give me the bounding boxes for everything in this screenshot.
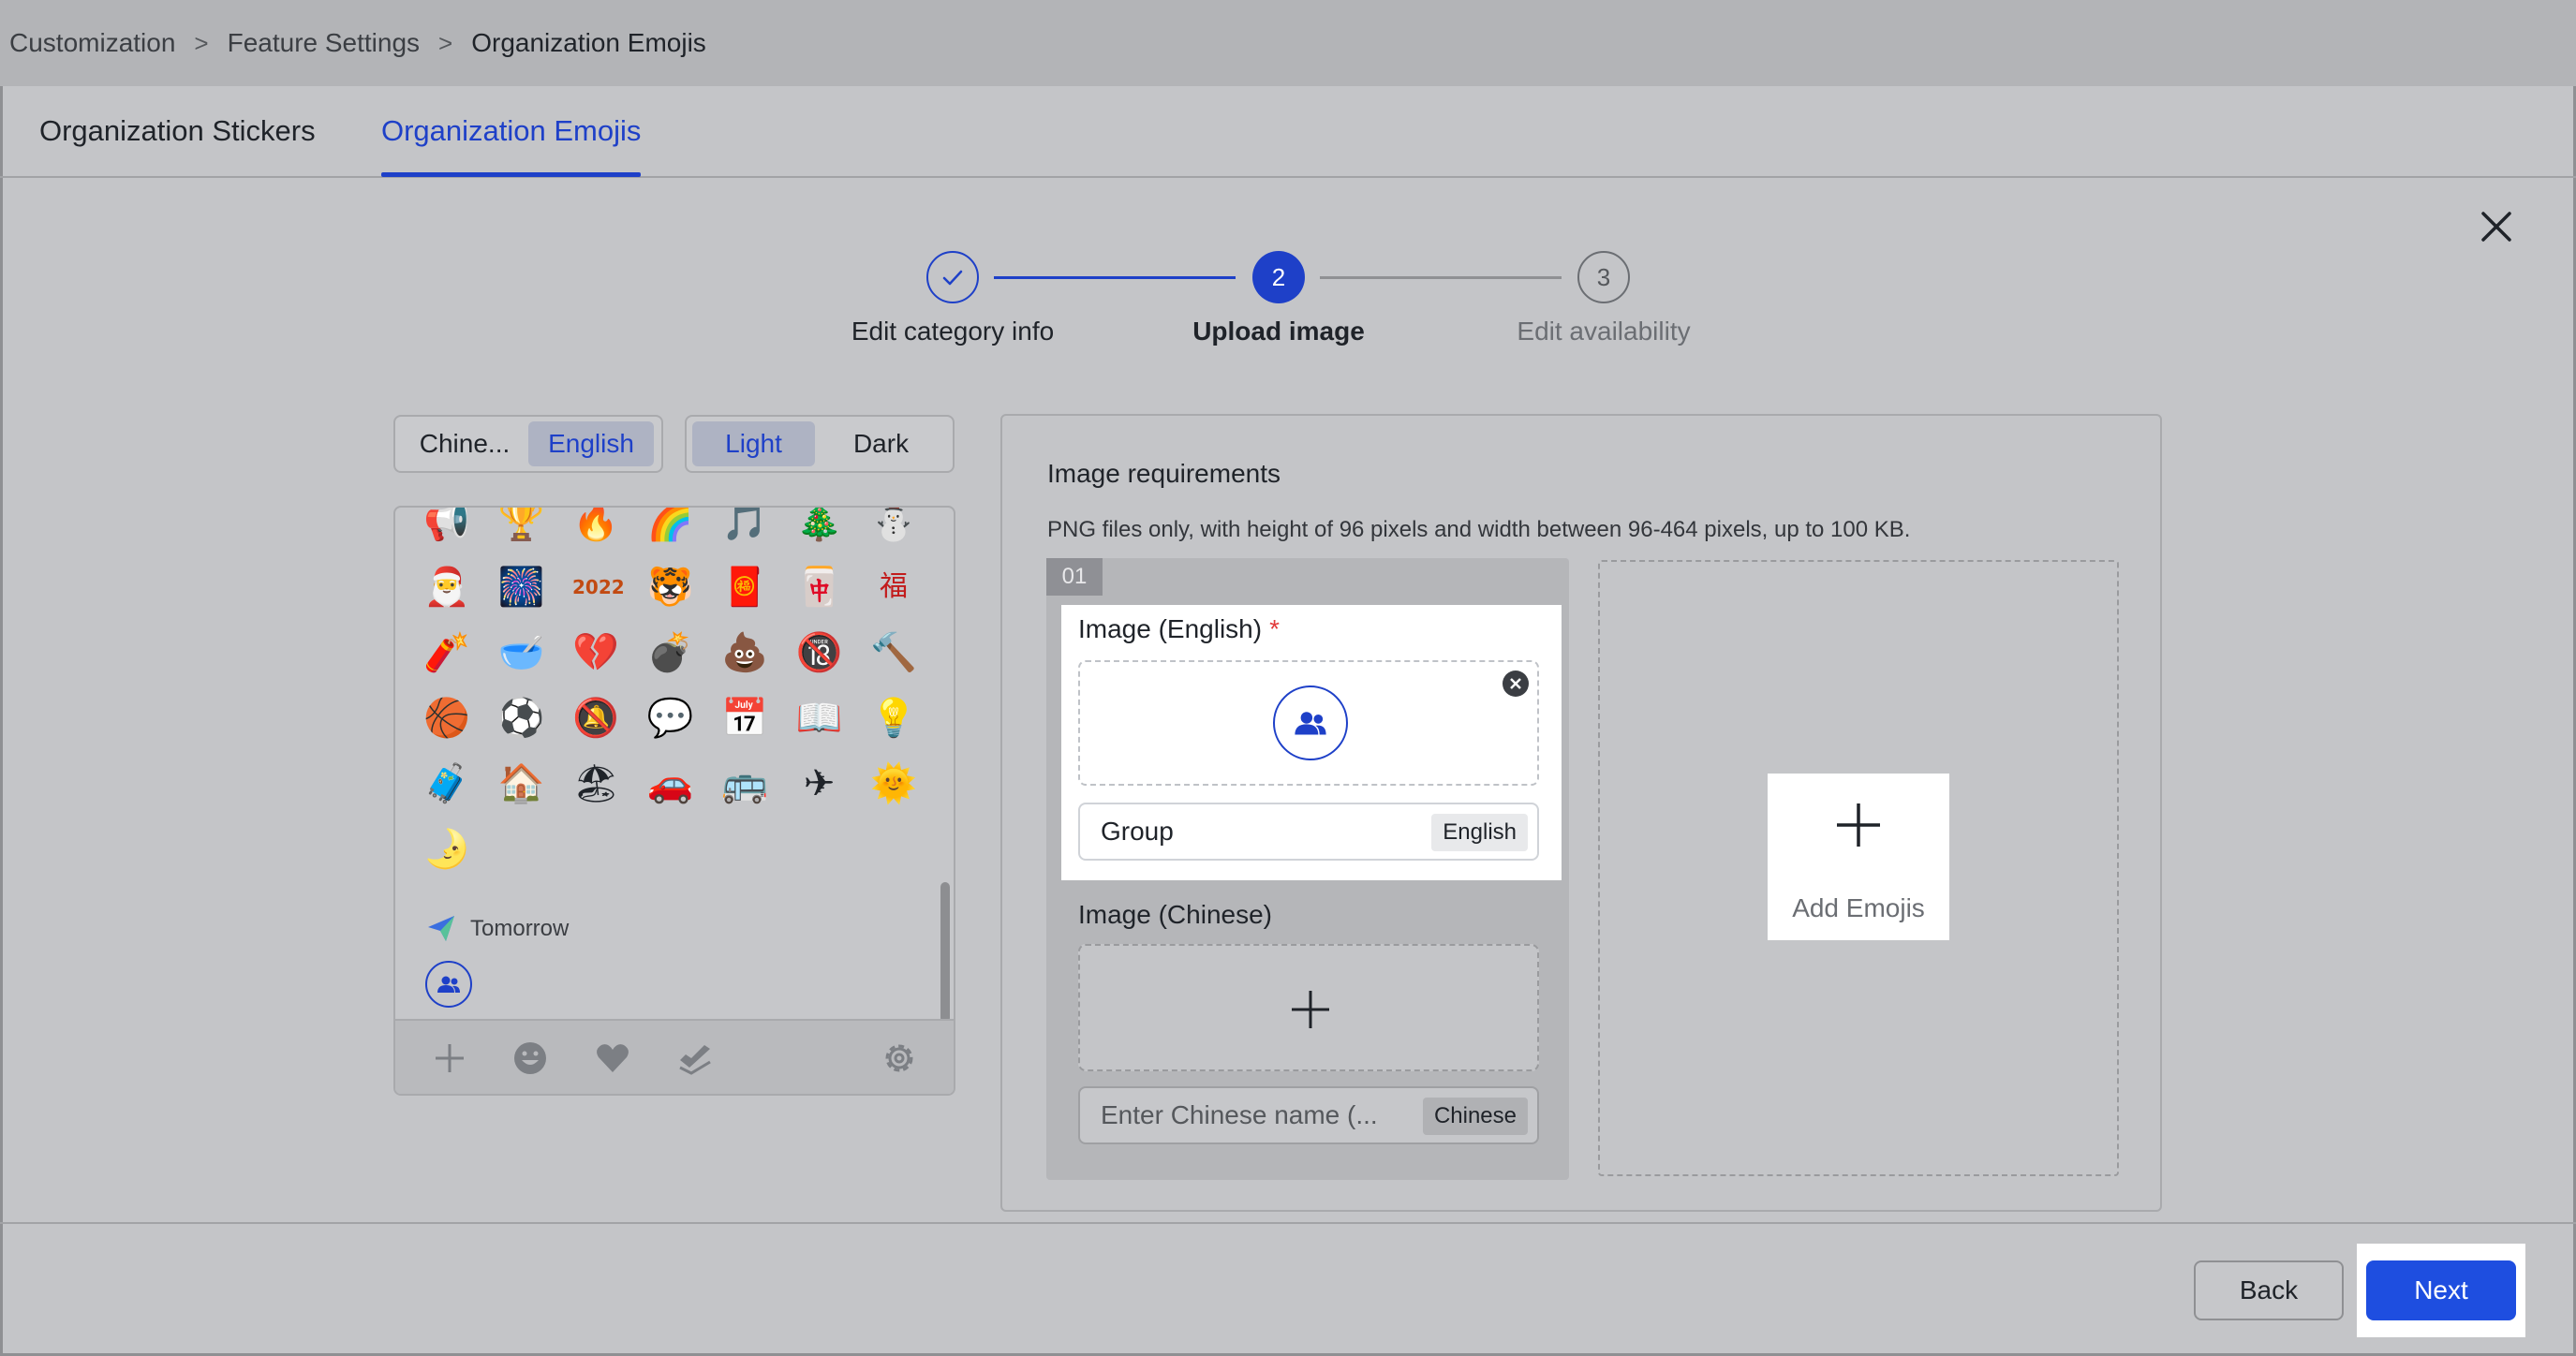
emoji-item[interactable]: 💩 — [721, 629, 768, 676]
emoji-item[interactable]: 📖 — [796, 695, 843, 742]
breadcrumb-item-customization[interactable]: Customization — [9, 28, 175, 58]
plus-icon — [1837, 803, 1880, 847]
plus-icon[interactable] — [431, 1039, 468, 1077]
emoji-item[interactable]: 💔 — [572, 629, 619, 676]
emoji-item[interactable]: 福 — [870, 564, 917, 611]
breadcrumb-item-current: Organization Emojis — [471, 28, 706, 57]
emoji-item[interactable]: 🧳 — [423, 760, 470, 807]
language-option-english[interactable]: English — [528, 421, 654, 466]
emoji-item[interactable]: 🔞 — [796, 629, 843, 676]
emoji-item[interactable]: 🥣 — [498, 629, 545, 676]
emoji-item[interactable]: 💡 — [870, 695, 917, 742]
language-toggle: Chine... English — [393, 415, 663, 473]
step-connector — [1320, 276, 1562, 279]
breadcrumb-item-feature-settings[interactable]: Feature Settings — [228, 28, 420, 58]
emoji-item[interactable]: 🧧 — [721, 564, 768, 611]
emoji-item[interactable]: 🐯 — [647, 564, 694, 611]
emoji-item[interactable]: 🌛 — [423, 826, 470, 873]
image-chinese-dropzone[interactable] — [1078, 944, 1539, 1071]
emoji-item[interactable]: 📢 — [423, 508, 470, 545]
chinese-name-placeholder: Enter Chinese name (... — [1101, 1100, 1378, 1129]
remove-image-icon[interactable] — [1502, 670, 1530, 698]
english-name-input[interactable]: Group English — [1078, 803, 1539, 861]
chevron-right-icon: > — [194, 28, 209, 57]
theme-option-light[interactable]: Light — [692, 421, 816, 466]
english-lang-tag: English — [1431, 814, 1528, 851]
emoji-item[interactable]: 🎄 — [796, 508, 843, 545]
chevron-right-icon: > — [438, 28, 453, 57]
heart-icon[interactable] — [594, 1039, 631, 1077]
close-icon[interactable] — [2478, 208, 2515, 245]
step-2-circle: 2 — [1252, 251, 1305, 303]
language-option-chinese[interactable]: Chine... — [401, 421, 528, 466]
emoji-item[interactable]: 🚗 — [647, 760, 694, 807]
emoji-panel-footer — [395, 1019, 954, 1094]
requirements-description: PNG files only, with height of 96 pixels… — [1047, 517, 1911, 542]
emoji-item-index: 01 — [1046, 558, 1103, 596]
step-3-label: Edit availability — [1517, 317, 1691, 346]
emoji-preview-panel: 📢 🏆 🔥 🌈 🎵 🎄 ⛄ 🎅 🎆 2022 🐯 🧧 🀄 福 🧨 🥣 💔 💣 💩 🔞 🔨 🏀 ⚽ 🔕 💬 📅 📖 💡 🧳 🏠 🏖 🚗 🚌 ✈ 🌞 🌛 … — [393, 506, 955, 1096]
emoji-item[interactable]: 💬 — [647, 695, 694, 742]
check-icon — [942, 270, 963, 286]
back-button[interactable]: Back — [2194, 1260, 2344, 1320]
image-english-dropzone[interactable] — [1078, 660, 1539, 786]
emoji-item[interactable]: 🔕 — [572, 695, 619, 742]
image-english-label-text: Image (English) — [1078, 614, 1263, 643]
emoji-item[interactable]: 🌞 — [870, 760, 917, 807]
required-mark: * — [1269, 614, 1280, 643]
step-2-label: Upload image — [1192, 317, 1365, 346]
emoji-item[interactable]: 🔨 — [870, 629, 917, 676]
step-1-done-icon — [926, 251, 979, 303]
emoji-item[interactable]: 🌈 — [647, 508, 694, 545]
send-icon — [428, 916, 454, 941]
emoji-item[interactable]: 🏖 — [572, 760, 620, 807]
emoji-item[interactable]: 🏠 — [498, 760, 545, 807]
emoji-section-label: Tomorrow — [470, 916, 570, 941]
emoji-item[interactable]: 🎆 — [498, 564, 545, 611]
chinese-lang-tag: Chinese — [1422, 1098, 1528, 1135]
emoji-item[interactable]: 📅 — [721, 695, 768, 742]
requirements-title: Image requirements — [1047, 459, 1281, 488]
step-connector — [994, 276, 1236, 279]
emoji-item[interactable]: 💣 — [647, 629, 694, 676]
tab-organization-emojis[interactable]: Organization Emojis — [381, 85, 642, 177]
group-emoji-preview[interactable] — [425, 961, 472, 1008]
group-icon — [1295, 712, 1326, 735]
tab-organization-stickers[interactable]: Organization Stickers — [39, 85, 316, 177]
footer-divider — [0, 1222, 2576, 1224]
smile-icon[interactable] — [511, 1039, 549, 1077]
emoji-item[interactable]: ⛄ — [870, 508, 917, 545]
emoji-item[interactable]: 🎅 — [423, 564, 470, 611]
add-emojis-label: Add Emojis — [1792, 893, 1925, 922]
plus-icon — [1292, 991, 1329, 1028]
uploaded-group-emoji — [1273, 685, 1348, 760]
hand-icon[interactable] — [676, 1039, 714, 1077]
english-name-value: Group — [1101, 817, 1174, 846]
emoji-item[interactable]: 🧨 — [423, 629, 470, 676]
emoji-item[interactable]: 2022 — [572, 564, 625, 611]
breadcrumb: Customization > Feature Settings > Organ… — [0, 0, 2576, 86]
emoji-item[interactable]: 🎵 — [721, 508, 768, 545]
step-3-circle: 3 — [1577, 251, 1630, 303]
group-icon — [437, 976, 460, 993]
tab-bar: Organization Stickers Organization Emoji… — [0, 86, 2576, 178]
image-english-label: Image (English) * — [1078, 614, 1280, 644]
chinese-name-input[interactable]: Enter Chinese name (... Chinese — [1078, 1086, 1539, 1144]
emoji-item[interactable]: ✈ — [796, 760, 843, 807]
emoji-item[interactable]: 🔥 — [572, 508, 619, 545]
emoji-item[interactable]: ⚽ — [498, 695, 545, 742]
emoji-item[interactable]: 🚌 — [721, 760, 768, 807]
image-chinese-label: Image (Chinese) — [1078, 900, 1272, 929]
emoji-item[interactable]: 🀄 — [796, 564, 843, 611]
emoji-item[interactable]: 🏆 — [498, 508, 545, 545]
theme-toggle: Light Dark — [685, 415, 955, 473]
gear-icon[interactable] — [881, 1039, 918, 1077]
next-button[interactable]: Next — [2366, 1260, 2516, 1320]
step-1-label: Edit category info — [851, 317, 1055, 346]
emoji-panel-scrollbar[interactable] — [940, 882, 950, 1023]
emoji-item[interactable]: 🏀 — [423, 695, 470, 742]
add-emojis-button[interactable]: Add Emojis — [1768, 774, 1949, 940]
theme-option-dark[interactable]: Dark — [815, 421, 947, 466]
